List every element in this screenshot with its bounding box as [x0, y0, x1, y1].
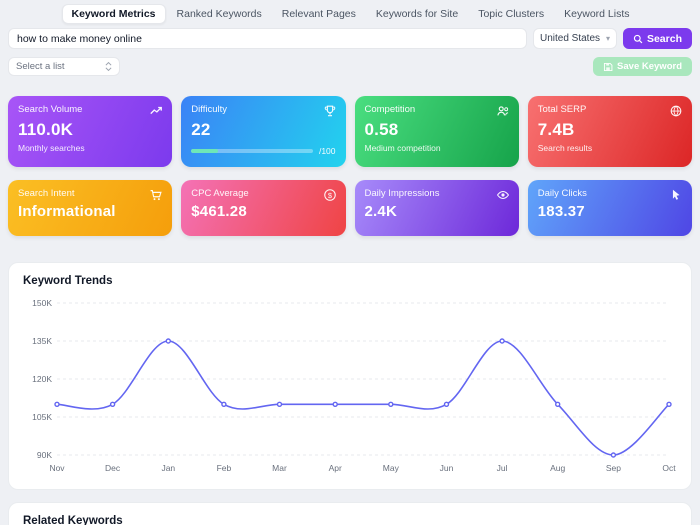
svg-text:Feb: Feb [217, 463, 232, 473]
metric-card-value: Informational [18, 203, 116, 220]
list-select[interactable]: Select a list [8, 57, 120, 76]
metric-card-value: 2.4K [364, 203, 397, 220]
metric-card-subtitle: Medium competition [364, 143, 441, 153]
svg-text:Oct: Oct [662, 463, 676, 473]
cart-icon [149, 188, 163, 202]
cursor-icon [669, 188, 683, 202]
metric-card-search-volume: Search Volume 110.0K Monthly searches [8, 96, 173, 167]
metric-card-subtitle: Monthly searches [18, 143, 85, 153]
svg-text:Dec: Dec [105, 463, 121, 473]
svg-text:Jul: Jul [497, 463, 508, 473]
metric-card-difficulty: Difficulty 22 /100 [181, 96, 346, 167]
tab-topic-clusters[interactable]: Topic Clusters [469, 5, 553, 23]
metric-card-title: Total SERP [537, 104, 587, 115]
eye-icon [496, 188, 510, 202]
svg-text:105K: 105K [32, 412, 52, 422]
metric-card-daily-clicks: Daily Clicks 183.37 [527, 180, 692, 236]
metric-card-total-serp: Total SERP 7.4B Search results [527, 96, 692, 167]
tab-ranked-keywords[interactable]: Ranked Keywords [168, 5, 271, 23]
metric-card-title: Daily Clicks [537, 188, 587, 199]
svg-text:Aug: Aug [550, 463, 565, 473]
metric-card-title: CPC Average [191, 188, 249, 199]
metric-card-value: 183.37 [537, 203, 585, 220]
metric-card-search-intent: Search Intent Informational [8, 180, 173, 236]
tab-keyword-lists[interactable]: Keyword Lists [555, 5, 638, 23]
metric-card-value: 110.0K [18, 120, 74, 139]
metric-card-daily-impressions: Daily Impressions 2.4K [354, 180, 519, 236]
metric-card-value: 7.4B [537, 120, 575, 139]
keyword-trends-title: Keyword Trends [23, 275, 113, 287]
search-icon [633, 34, 643, 44]
svg-text:$: $ [327, 191, 332, 200]
metric-card-title: Difficulty [191, 104, 227, 115]
svg-text:Apr: Apr [329, 463, 342, 473]
tab-bar: Keyword Metrics Ranked Keywords Relevant P… [0, 0, 700, 24]
metric-card-competition: Competition 0.58 Medium competition [354, 96, 519, 167]
metric-card-cpc-average: CPC Average $ $461.28 [181, 180, 346, 236]
search-row: United States ▾ Search [0, 23, 700, 49]
save-icon [603, 62, 613, 72]
svg-text:90K: 90K [37, 450, 52, 460]
search-button[interactable]: Search [622, 28, 692, 49]
progress-track [191, 149, 313, 153]
keyword-trends-chart: 90K 105K 120K 135K 150K Nov Dec Jan Feb Mar Apr May… [23, 295, 677, 477]
metric-cards-grid: Search Volume 110.0K Monthly searches Di… [8, 96, 692, 236]
difficulty-progress: /100 [191, 146, 336, 156]
svg-text:150K: 150K [32, 298, 52, 308]
dollar-icon: $ [323, 188, 337, 202]
globe-icon [669, 104, 683, 118]
svg-text:Jun: Jun [440, 463, 454, 473]
tab-keywords-for-site[interactable]: Keywords for Site [367, 5, 467, 23]
svg-text:Mar: Mar [272, 463, 287, 473]
svg-text:Jan: Jan [161, 463, 175, 473]
users-icon [496, 104, 510, 118]
trophy-icon [323, 104, 337, 118]
svg-text:120K: 120K [32, 374, 52, 384]
metric-card-value: $461.28 [191, 203, 247, 220]
trends-line-chart: 90K 105K 120K 135K 150K Nov Dec Jan Feb Mar Apr May… [32, 298, 676, 473]
trend-up-icon [149, 104, 163, 118]
keyword-input[interactable] [8, 28, 527, 49]
metric-card-title: Search Volume [18, 104, 83, 115]
tab-keyword-metrics[interactable]: Keyword Metrics [61, 4, 166, 24]
country-select[interactable]: United States ▾ [532, 28, 617, 49]
chevron-down-icon: ▾ [605, 33, 610, 43]
updown-chevrons-icon [105, 61, 112, 72]
keyword-metrics-app: { "tabs": { "items": [ {"label": "Keywor… [0, 0, 700, 525]
tab-relevant-pages[interactable]: Relevant Pages [273, 5, 365, 23]
metric-card-title: Search Intent [18, 188, 75, 199]
metric-card-subtitle: Search results [537, 143, 593, 153]
svg-text:135K: 135K [32, 336, 52, 346]
related-keywords-title: Related Keywords [23, 515, 123, 525]
svg-text:Nov: Nov [49, 463, 65, 473]
search-button-label: Search [646, 32, 682, 45]
metric-card-title: Competition [364, 104, 416, 115]
list-select-placeholder: Select a list [16, 61, 65, 72]
progress-max-label: /100 [318, 146, 336, 156]
country-select-value: United States [539, 33, 601, 44]
svg-text:Sep: Sep [606, 463, 621, 473]
related-keywords-panel: Related Keywords [8, 502, 692, 525]
progress-fill [191, 149, 219, 153]
keyword-trends-panel: Keyword Trends 90K 105K 120K 135K 150K Nov Dec… [8, 262, 692, 490]
save-keyword-label: Save Keyword [617, 61, 682, 72]
metric-card-value: 0.58 [364, 120, 399, 139]
svg-text:May: May [383, 463, 400, 473]
metric-card-value: 22 [191, 120, 211, 139]
list-row: Select a list Save Keyword [0, 49, 700, 76]
metric-card-title: Daily Impressions [364, 188, 440, 199]
save-keyword-button[interactable]: Save Keyword [593, 57, 692, 76]
